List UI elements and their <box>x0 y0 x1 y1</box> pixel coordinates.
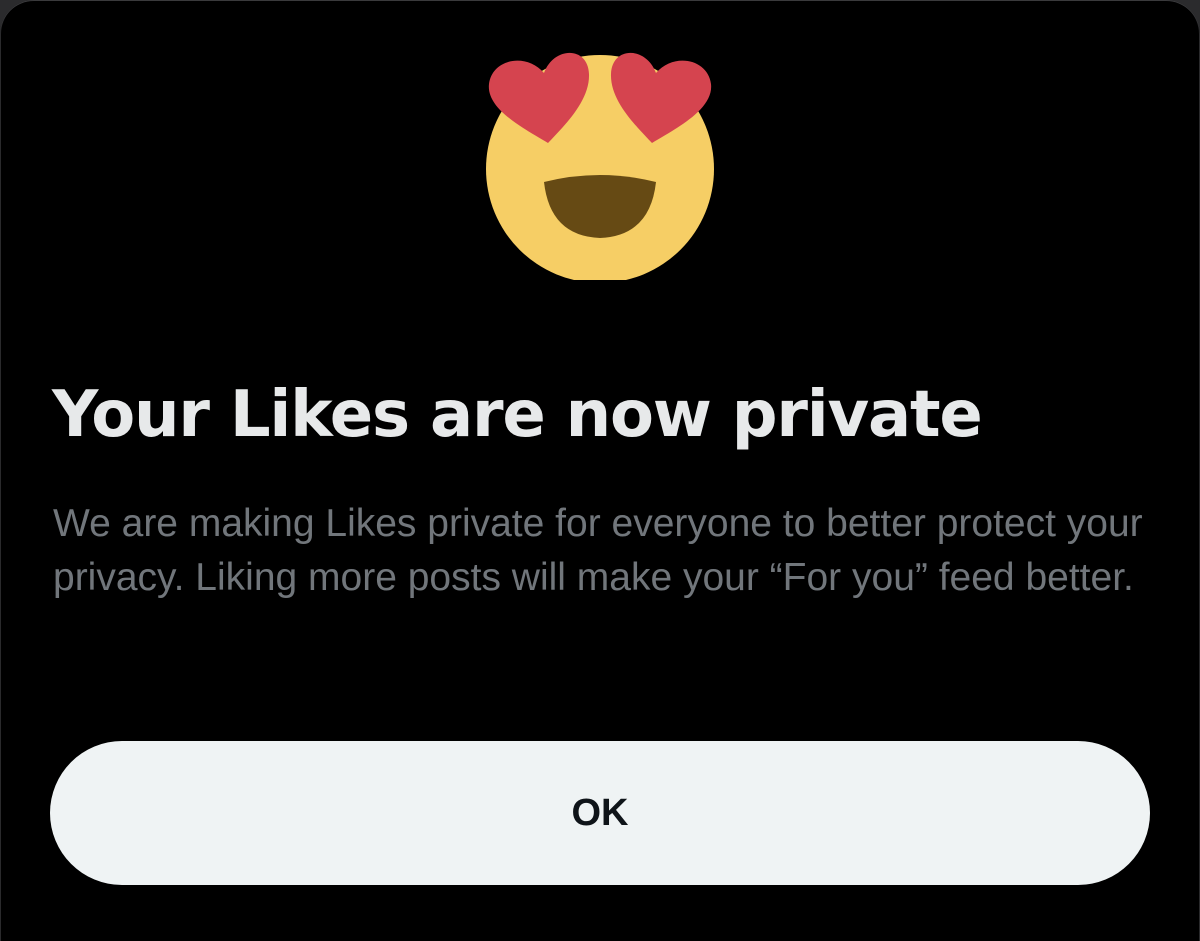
dialog-title: Your Likes are now private <box>52 378 983 452</box>
heart-eyes-emoji-icon <box>480 40 720 280</box>
dialog-description: We are making Likes private for everyone… <box>53 502 1143 599</box>
likes-private-dialog: Your Likes are now private We are making… <box>0 0 1200 941</box>
ok-button[interactable]: OK <box>50 741 1150 885</box>
